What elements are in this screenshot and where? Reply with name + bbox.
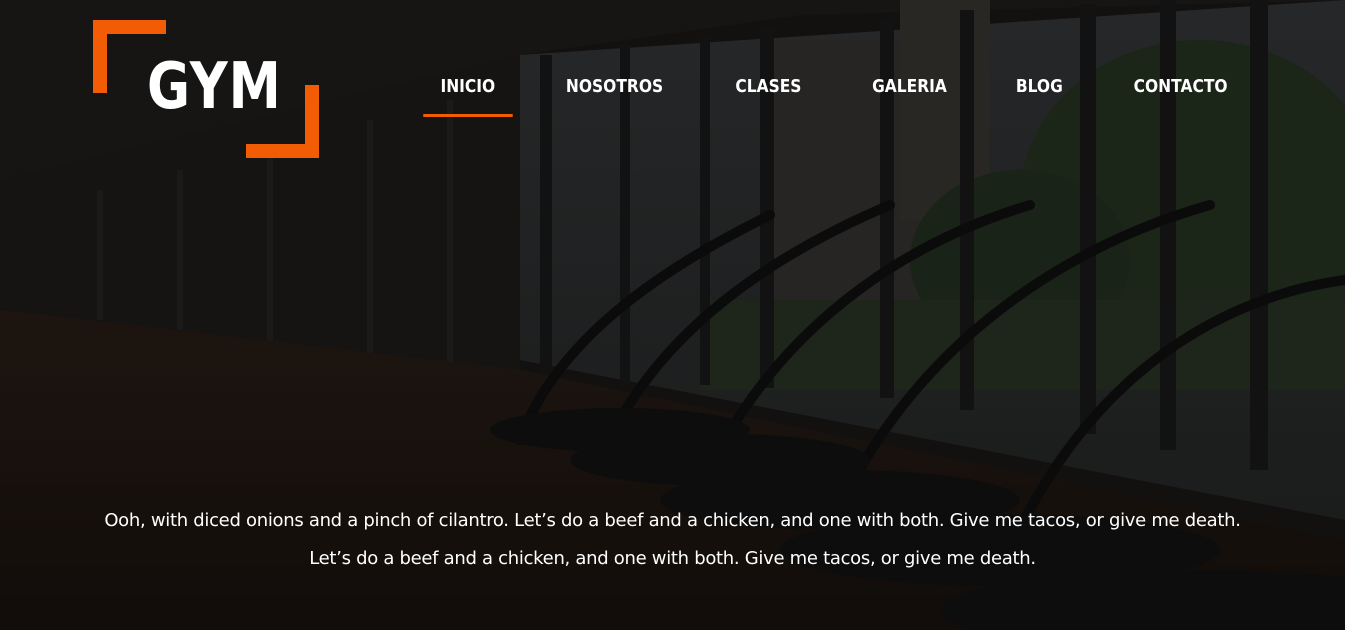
nav-item-clases[interactable]: CLASES <box>719 70 819 117</box>
gym-logo[interactable]: GYM <box>93 20 319 158</box>
hero-section: GYM INICIO NOSOTROS CLASES GALERIA BLOG … <box>0 0 1345 630</box>
hero-tagline-line-1: Ooh, with diced onions and a pinch of ci… <box>104 510 1241 531</box>
nav-item-galeria[interactable]: GALERIA <box>855 70 964 117</box>
hero-tagline-line-2: Let’s do a beef and a chicken, and one w… <box>309 548 1036 569</box>
hero-tagline: Ooh, with diced onions and a pinch of ci… <box>0 502 1345 578</box>
nav-item-nosotros[interactable]: NOSOTROS <box>549 70 681 117</box>
nav-item-inicio[interactable]: INICIO <box>422 70 512 117</box>
logo-text: GYM <box>147 50 282 124</box>
main-navigation: INICIO NOSOTROS CLASES GALERIA BLOG CONT… <box>397 70 1255 117</box>
nav-item-contacto[interactable]: CONTACTO <box>1116 70 1244 117</box>
nav-item-blog[interactable]: BLOG <box>999 70 1080 117</box>
